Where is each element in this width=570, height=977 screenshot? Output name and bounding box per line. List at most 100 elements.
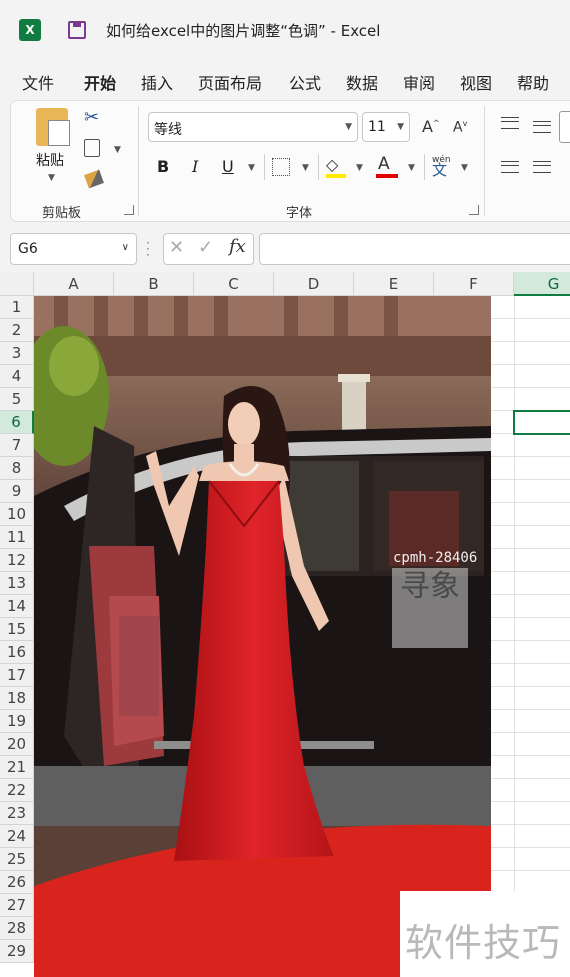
dots-icon[interactable]: · · · (146, 237, 150, 261)
row-header[interactable]: 10 (0, 503, 34, 526)
row-header[interactable]: 2 (0, 319, 34, 342)
align-left-icon[interactable] (501, 161, 519, 173)
wrap-text-button[interactable] (559, 111, 570, 143)
window-title: 如何给excel中的图片调整“色调” - Excel (106, 22, 381, 40)
row-header[interactable]: 16 (0, 641, 34, 664)
column-header[interactable]: F (434, 272, 514, 296)
align-top-icon[interactable] (501, 117, 519, 129)
tab-help[interactable]: 帮助 (517, 70, 549, 94)
font-launcher-icon[interactable] (469, 205, 479, 215)
border-chevron-down-icon[interactable]: ▼ (302, 163, 309, 173)
watermark-text: 软件技巧 (405, 921, 562, 965)
formula-input[interactable] (259, 233, 570, 265)
row-header[interactable]: 29 (0, 940, 34, 963)
tab-home[interactable]: 开始 (84, 70, 116, 94)
font-name-value: 等线 (154, 122, 182, 138)
row-header[interactable]: 17 (0, 664, 34, 687)
align-center-icon[interactable] (533, 161, 551, 173)
column-header[interactable]: E (354, 272, 434, 296)
phonetic-bottom: 文 (432, 161, 448, 179)
chevron-down-icon: ▼ (345, 122, 352, 132)
row-header[interactable]: 18 (0, 687, 34, 710)
phonetic-icon[interactable]: wén 文 (432, 155, 451, 179)
row-header[interactable]: 5 (0, 388, 34, 411)
tab-insert[interactable]: 插入 (141, 70, 173, 94)
underline-button[interactable]: U (222, 157, 234, 176)
row-header[interactable]: 19 (0, 710, 34, 733)
align-middle-icon[interactable] (533, 121, 551, 133)
column-header[interactable]: A (34, 272, 114, 296)
name-box-value: G6 (18, 241, 38, 257)
row-header[interactable]: 14 (0, 595, 34, 618)
divider (318, 154, 319, 180)
border-icon[interactable] (272, 158, 290, 176)
active-cell-g6[interactable] (513, 410, 570, 435)
row-header[interactable]: 15 (0, 618, 34, 641)
row-header[interactable]: 24 (0, 825, 34, 848)
row-header[interactable]: 26 (0, 871, 34, 894)
shrink-font-icon[interactable]: Av (453, 119, 467, 136)
row-header[interactable]: 13 (0, 572, 34, 595)
fill-color-swatch (326, 174, 346, 178)
row-header[interactable]: 22 (0, 779, 34, 802)
copy-chevron-down-icon[interactable]: ▼ (114, 145, 121, 155)
font-color-swatch (376, 174, 398, 178)
row-header[interactable]: 11 (0, 526, 34, 549)
fill-color-icon[interactable]: ◇ (326, 155, 338, 174)
row-header-selected[interactable]: 6 (0, 411, 34, 434)
paste-button-label[interactable]: 粘贴 (36, 150, 64, 170)
font-name-select[interactable]: 等线 ▼ (148, 112, 358, 142)
chevron-down-icon: ∨ (121, 242, 129, 253)
row-header[interactable]: 21 (0, 756, 34, 779)
grow-font-icon[interactable]: A^ (422, 117, 440, 136)
row-header[interactable]: 8 (0, 457, 34, 480)
column-header-selected[interactable]: G (514, 272, 570, 296)
row-header[interactable]: 23 (0, 802, 34, 825)
row-header[interactable]: 1 (0, 296, 34, 319)
paste-icon[interactable] (36, 108, 70, 146)
phonetic-chevron-down-icon[interactable]: ▼ (461, 163, 468, 173)
row-header[interactable]: 28 (0, 917, 34, 940)
column-header[interactable]: D (274, 272, 354, 296)
tab-formulas[interactable]: 公式 (289, 70, 321, 94)
name-box[interactable]: G6 ∨ (10, 233, 137, 265)
font-size-select[interactable]: 11 ▼ (362, 112, 410, 142)
row-header[interactable]: 20 (0, 733, 34, 756)
scissors-icon[interactable]: ✂ (84, 107, 99, 128)
row-header[interactable]: 7 (0, 434, 34, 457)
ribbon-tabs: 文件 开始 插入 页面布局 公式 数据 审阅 视图 帮助 (0, 60, 570, 98)
group-divider (138, 106, 139, 216)
column-header[interactable]: B (114, 272, 194, 296)
row-header[interactable]: 12 (0, 549, 34, 572)
row-header[interactable]: 27 (0, 894, 34, 917)
tab-data[interactable]: 数据 (346, 70, 378, 94)
italic-button[interactable]: I (192, 157, 198, 176)
cancel-icon[interactable]: ✕ (169, 237, 184, 258)
fill-chevron-down-icon[interactable]: ▼ (356, 163, 363, 173)
underline-chevron-down-icon[interactable]: ▼ (248, 163, 255, 173)
title-bar: X 如何给excel中的图片调整“色调” - Excel (0, 0, 570, 60)
copy-icon[interactable] (84, 139, 100, 157)
column-header[interactable]: C (194, 272, 274, 296)
font-size-value: 11 (368, 119, 386, 135)
tab-view[interactable]: 视图 (460, 70, 492, 94)
row-header[interactable]: 25 (0, 848, 34, 871)
bold-button[interactable]: B (157, 157, 169, 176)
row-header[interactable]: 3 (0, 342, 34, 365)
chevron-down-icon: ▼ (397, 122, 404, 132)
grid-line (514, 296, 515, 977)
font-color-icon[interactable]: A (378, 154, 390, 174)
save-icon[interactable] (68, 21, 86, 39)
row-header[interactable]: 9 (0, 480, 34, 503)
tab-review[interactable]: 审阅 (403, 70, 435, 94)
row-header[interactable]: 4 (0, 365, 34, 388)
select-all-corner[interactable] (0, 272, 34, 296)
tab-file[interactable]: 文件 (22, 70, 54, 94)
font-color-chevron-down-icon[interactable]: ▼ (408, 163, 415, 173)
divider (264, 154, 265, 180)
enter-icon[interactable]: ✓ (198, 237, 213, 258)
clipboard-launcher-icon[interactable] (124, 205, 134, 215)
paste-chevron-down-icon[interactable]: ▼ (48, 173, 55, 183)
fx-icon[interactable]: fx (229, 236, 246, 257)
tab-page-layout[interactable]: 页面布局 (198, 70, 262, 94)
